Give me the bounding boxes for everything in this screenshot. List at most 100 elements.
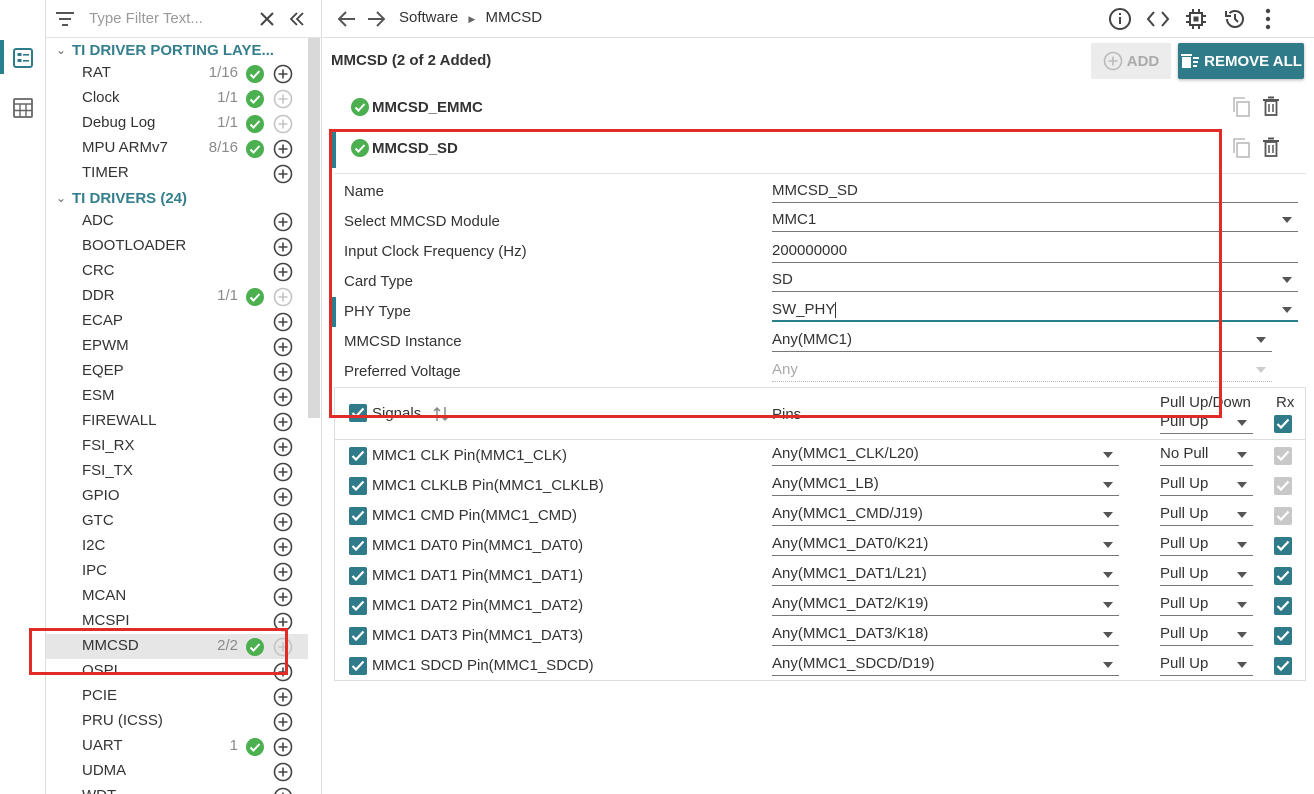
nav-item-fsi-tx[interactable]: FSI_TX [46, 459, 308, 484]
add-circle-icon[interactable] [273, 562, 293, 586]
add-circle-icon[interactable] [273, 737, 293, 761]
select-all-checkbox[interactable] [349, 404, 367, 422]
copy-icon[interactable] [1231, 137, 1251, 159]
nav-item-adc[interactable]: ADC [46, 209, 308, 234]
forward-arrow-icon[interactable] [367, 11, 385, 27]
add-circle-icon[interactable] [273, 412, 293, 436]
add-circle-icon[interactable] [273, 662, 293, 686]
add-circle-icon[interactable] [273, 437, 293, 461]
collapse-panel-icon[interactable] [289, 12, 305, 26]
card-type-select[interactable]: SD [772, 270, 1298, 292]
nav-item-udma[interactable]: UDMA [46, 759, 308, 784]
pull-all-select[interactable]: Pull Up [1160, 413, 1253, 434]
nav-item-debug-log[interactable]: Debug Log 1/1 [46, 111, 308, 136]
nav-item-uart[interactable]: UART 1 [46, 734, 308, 759]
add-circle-icon[interactable] [273, 687, 293, 711]
pull-select[interactable]: Pull Up [1160, 565, 1253, 586]
add-circle-icon[interactable] [273, 512, 293, 536]
clock-frequency-input[interactable]: 200000000 [772, 241, 1298, 263]
nav-item-gpio[interactable]: GPIO [46, 484, 308, 509]
add-circle-icon[interactable] [273, 362, 293, 386]
rx-checkbox[interactable] [1274, 537, 1292, 555]
nav-item-ospi[interactable]: OSPI [46, 659, 308, 684]
pin-select[interactable]: Any(MMC1_DAT3/K18) [772, 625, 1119, 646]
pull-select[interactable]: Pull Up [1160, 655, 1253, 676]
breadcrumb-software[interactable]: Software [399, 9, 458, 26]
add-circle-icon[interactable] [273, 337, 293, 361]
add-circle-icon[interactable] [273, 387, 293, 411]
nav-item-firewall[interactable]: FIREWALL [46, 409, 308, 434]
code-view-icon[interactable] [1146, 8, 1170, 30]
nav-item-rat[interactable]: RAT 1/16 [46, 61, 308, 86]
nav-item-esm[interactable]: ESM [46, 384, 308, 409]
nav-item-gtc[interactable]: GTC [46, 509, 308, 534]
pin-select[interactable]: Any(MMC1_DAT0/K21) [772, 535, 1119, 556]
pull-select[interactable]: Pull Up [1160, 625, 1253, 646]
nav-item-epwm[interactable]: EPWM [46, 334, 308, 359]
nav-section-header[interactable]: ⌄ TI DRIVERS (24) [50, 187, 187, 209]
pull-select[interactable]: Pull Up [1160, 475, 1253, 496]
rx-checkbox[interactable] [1274, 567, 1292, 585]
pull-select[interactable]: Pull Up [1160, 595, 1253, 616]
nav-scrollbar[interactable] [308, 38, 320, 418]
add-circle-icon[interactable] [273, 462, 293, 486]
filter-input[interactable]: Type Filter Text... [89, 10, 203, 27]
rx-checkbox[interactable] [1274, 597, 1292, 615]
copy-icon[interactable] [1231, 96, 1251, 118]
pull-select[interactable]: Pull Up [1160, 505, 1253, 526]
nav-item-clock[interactable]: Clock 1/1 [46, 86, 308, 111]
add-circle-icon[interactable] [273, 537, 293, 561]
add-circle-icon[interactable] [273, 712, 293, 736]
instance-mmcsd-sd[interactable]: MMCSD_SD [350, 138, 458, 158]
nav-item-pru-icss-[interactable]: PRU (ICSS) [46, 709, 308, 734]
module-select[interactable]: MMC1 [772, 210, 1298, 232]
rx-all-checkbox[interactable] [1274, 415, 1292, 433]
info-icon[interactable] [1108, 7, 1132, 31]
pin-select[interactable]: Any(MMC1_LB) [772, 475, 1119, 496]
signal-checkbox[interactable] [349, 597, 367, 615]
add-circle-icon[interactable] [273, 612, 293, 636]
nav-item-pcie[interactable]: PCIE [46, 684, 308, 709]
add-circle-icon[interactable] [273, 587, 293, 611]
nav-item-wdt[interactable]: WDT [46, 784, 308, 794]
nav-item-bootloader[interactable]: BOOTLOADER [46, 234, 308, 259]
add-circle-icon[interactable] [273, 64, 293, 88]
add-circle-icon[interactable] [273, 762, 293, 786]
add-circle-icon[interactable] [273, 237, 293, 261]
nav-item-ipc[interactable]: IPC [46, 559, 308, 584]
signal-checkbox[interactable] [349, 507, 367, 525]
nav-item-ecap[interactable]: ECAP [46, 309, 308, 334]
config-list-icon[interactable] [11, 46, 35, 70]
signal-checkbox[interactable] [349, 447, 367, 465]
pin-select[interactable]: Any(MMC1_DAT2/K19) [772, 595, 1119, 616]
pin-select[interactable]: Any(MMC1_CLK/L20) [772, 445, 1119, 466]
delete-icon[interactable] [1262, 137, 1280, 157]
add-circle-icon[interactable] [273, 262, 293, 286]
rx-checkbox[interactable] [1274, 627, 1292, 645]
delete-icon[interactable] [1262, 96, 1280, 116]
pin-select[interactable]: Any(MMC1_SDCD/D19) [772, 655, 1119, 676]
pull-select[interactable]: Pull Up [1160, 535, 1253, 556]
signal-checkbox[interactable] [349, 477, 367, 495]
nav-item-mcan[interactable]: MCAN [46, 584, 308, 609]
pin-select[interactable]: Any(MMC1_DAT1/L21) [772, 565, 1119, 586]
nav-item-mmcsd[interactable]: MMCSD 2/2 [46, 634, 308, 659]
nav-item-ddr[interactable]: DDR 1/1 [46, 284, 308, 309]
name-input[interactable]: MMCSD_SD [772, 181, 1298, 203]
add-button[interactable]: ADD [1091, 43, 1171, 79]
nav-item-mpu-armv7[interactable]: MPU ARMv7 8/16 [46, 136, 308, 161]
instance-mmcsd-emmc[interactable]: MMCSD_EMMC [350, 97, 483, 117]
signal-checkbox[interactable] [349, 537, 367, 555]
back-arrow-icon[interactable] [338, 11, 356, 27]
remove-all-button[interactable]: REMOVE ALL [1178, 43, 1304, 79]
nav-item-eqep[interactable]: EQEP [46, 359, 308, 384]
mmcsd-instance-select[interactable]: Any(MMC1) [772, 330, 1272, 352]
phy-type-select[interactable]: SW_PHY [772, 300, 1298, 322]
history-icon[interactable] [1223, 7, 1247, 31]
chip-icon[interactable] [1184, 7, 1208, 31]
nav-item-i2c[interactable]: I2C [46, 534, 308, 559]
nav-item-mcspi[interactable]: MCSPI [46, 609, 308, 634]
nav-item-crc[interactable]: CRC [46, 259, 308, 284]
add-circle-icon[interactable] [273, 139, 293, 163]
add-circle-icon[interactable] [273, 312, 293, 336]
